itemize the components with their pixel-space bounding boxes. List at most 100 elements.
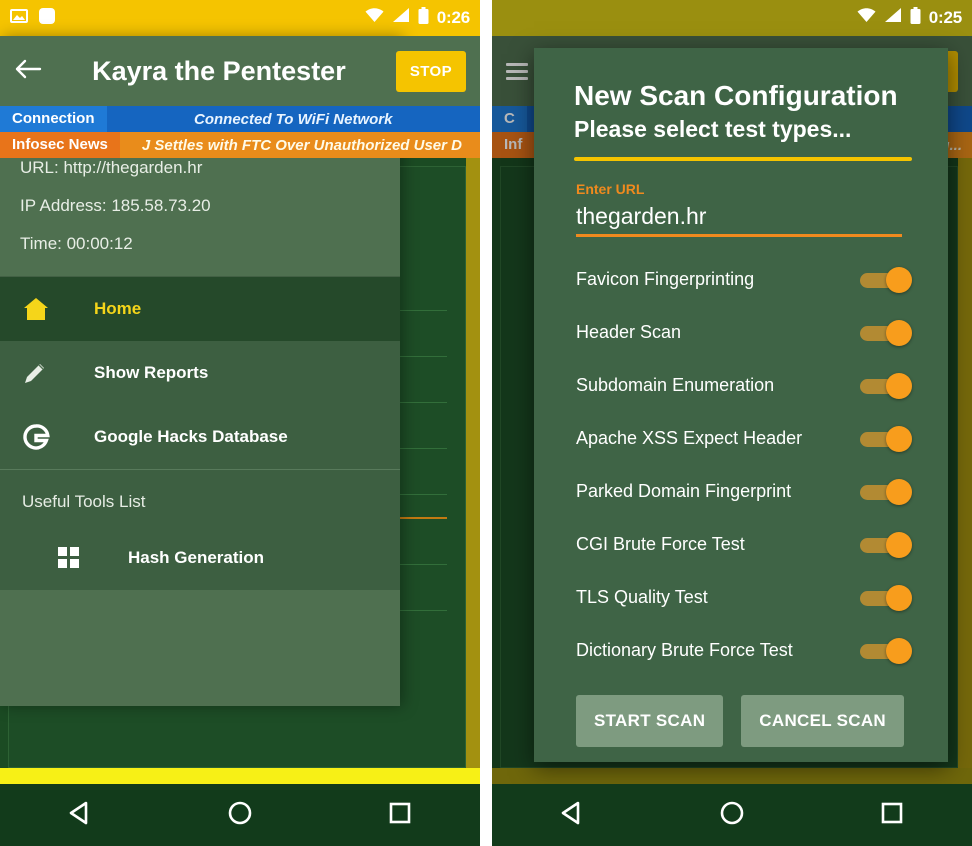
wifi-icon <box>857 8 876 28</box>
test-option-toggle[interactable] <box>860 266 912 293</box>
status-bar-system-icons: 0:25 <box>857 7 962 29</box>
stop-button[interactable]: STOP <box>395 50 466 92</box>
status-bar-right: 0:25 <box>492 0 972 36</box>
connection-ticker-label: Connection <box>0 106 107 132</box>
back-triangle-icon[interactable] <box>557 798 587 833</box>
pencil-icon <box>22 360 62 386</box>
test-option-row[interactable]: Parked Domain Fingerprint <box>566 465 920 518</box>
sidebar-item-google-hacks-database[interactable]: Google Hacks Database <box>0 405 400 469</box>
status-bar-left: 0:26 <box>0 0 480 36</box>
sidebar-item-home[interactable]: Home <box>0 277 400 341</box>
toggle-thumb <box>886 531 912 558</box>
test-option-toggle[interactable] <box>860 319 912 346</box>
status-bar-clock: 0:26 <box>436 8 470 27</box>
target-url-text: URL: http://thegarden.hr <box>20 158 203 177</box>
dialog-actions: START SCAN CANCEL SCAN <box>576 695 920 747</box>
test-option-row[interactable]: TLS Quality Test <box>566 571 920 624</box>
test-option-row[interactable]: Subdomain Enumeration <box>566 359 920 412</box>
battery-icon <box>910 7 921 29</box>
page-title: Kayra the Pentester <box>92 55 346 86</box>
url-field-label: Enter URL <box>576 181 645 197</box>
test-option-label: Favicon Fingerprinting <box>576 269 755 289</box>
connection-ticker: Connection Connected To WiFi Network <box>0 106 480 132</box>
screenshot-root: 0:26 Kayra the Pentester STOP Connection… <box>0 0 972 846</box>
test-option-label: Dictionary Brute Force Test <box>576 640 793 660</box>
target-ip-text: IP Address: 185.58.73.20 <box>20 196 211 215</box>
cancel-scan-button[interactable]: CANCEL SCAN <box>741 695 905 747</box>
home-circle-icon[interactable] <box>225 798 255 833</box>
toggle-thumb <box>886 372 912 399</box>
test-option-label: Parked Domain Fingerprint <box>576 481 792 501</box>
toggle-thumb <box>886 425 912 452</box>
sidebar-item-label: Google Hacks Database <box>94 427 288 446</box>
test-option-toggle[interactable] <box>860 425 912 452</box>
dialog-title-rule <box>574 157 912 161</box>
sidebar-item-label: Show Reports <box>94 363 209 382</box>
toggle-thumb <box>886 637 912 664</box>
infosec-news-ticker: Infosec News J Settles with FTC Over Una… <box>0 132 480 158</box>
test-option-row[interactable]: Header Scan <box>566 306 920 359</box>
test-option-row[interactable]: CGI Brute Force Test <box>566 518 920 571</box>
test-option-toggle[interactable] <box>860 584 912 611</box>
toggle-thumb <box>886 266 912 293</box>
test-option-row[interactable]: Dictionary Brute Force Test <box>566 624 920 677</box>
drawer-nav: Home Show Reports Google Hacks Database <box>0 277 400 590</box>
sidebar-item-label: Hash Generation <box>128 548 265 567</box>
recents-square-icon[interactable] <box>877 798 907 833</box>
test-option-toggle[interactable] <box>860 531 912 558</box>
start-scan-button[interactable]: START SCAN <box>576 695 724 747</box>
status-bar-clock: 0:25 <box>928 8 962 27</box>
sidebar-item-hash-generation[interactable]: Hash Generation <box>0 526 400 590</box>
app-notification-icon <box>37 6 57 31</box>
phone-screen-right: 0:25 . SCAN C Inf ng... New Scan Configu… <box>492 0 972 846</box>
android-navigation-bar-left <box>0 784 480 846</box>
phone-screen-left: 0:26 Kayra the Pentester STOP Connection… <box>0 0 480 846</box>
screen-divider <box>480 0 492 846</box>
back-triangle-icon[interactable] <box>65 798 95 833</box>
infosec-news-ticker-label: Infosec News <box>0 132 120 158</box>
url-input[interactable]: thegarden.hr <box>576 203 920 230</box>
test-option-row[interactable]: Favicon Fingerprinting <box>566 253 920 306</box>
toggle-thumb <box>886 584 912 611</box>
status-bar-system-icons: 0:26 <box>365 7 470 29</box>
connection-ticker-text: Connected To WiFi Network <box>194 110 393 128</box>
url-input-underline <box>576 234 902 237</box>
toggle-thumb <box>886 319 912 346</box>
home-icon <box>22 296 62 322</box>
test-option-toggle[interactable] <box>860 478 912 505</box>
signal-icon <box>392 8 410 28</box>
sidebar-item-label: Home <box>94 299 142 318</box>
dialog-subtitle: Please select test types... <box>574 116 852 142</box>
grid-icon <box>58 547 98 569</box>
dialog-title: New Scan Configuration <box>574 80 898 111</box>
signal-icon <box>884 8 902 28</box>
elapsed-time-text: Time: 00:00:12 <box>20 234 133 253</box>
toggle-thumb <box>886 478 912 505</box>
drawer-meta: URL: http://thegarden.hr IP Address: 185… <box>20 158 380 254</box>
wifi-icon <box>365 8 384 28</box>
status-bar-notification-icons <box>10 6 57 31</box>
sidebar-item-show-reports[interactable]: Show Reports <box>0 341 400 405</box>
test-option-label: CGI Brute Force Test <box>576 534 745 554</box>
drawer-nav-group: Show Reports Google Hacks Database Usefu… <box>0 341 400 590</box>
home-circle-icon[interactable] <box>717 798 747 833</box>
test-type-options-list: Favicon Fingerprinting Header Scan Subdoma… <box>566 253 920 677</box>
side-rail <box>466 158 480 768</box>
image-icon <box>10 7 28 30</box>
test-option-row[interactable]: Apache XSS Expect Header <box>566 412 920 465</box>
app-bar-left: Kayra the Pentester STOP <box>0 36 480 106</box>
test-option-label: Header Scan <box>576 322 682 342</box>
test-option-toggle[interactable] <box>860 637 912 664</box>
battery-icon <box>418 7 429 29</box>
new-scan-configuration-dialog: New Scan Configuration Please select tes… <box>534 48 948 762</box>
back-arrow-icon[interactable] <box>14 57 42 86</box>
android-navigation-bar-right <box>492 784 972 846</box>
google-g-icon <box>22 423 62 451</box>
test-option-label: TLS Quality Test <box>576 587 708 607</box>
tools-section-title: Useful Tools List <box>22 492 146 511</box>
test-option-toggle[interactable] <box>860 372 912 399</box>
test-option-label: Subdomain Enumeration <box>576 375 775 395</box>
test-option-label: Apache XSS Expect Header <box>576 428 803 448</box>
recents-square-icon[interactable] <box>385 798 415 833</box>
infosec-news-ticker-text: J Settles with FTC Over Unauthorized Use… <box>141 136 462 154</box>
